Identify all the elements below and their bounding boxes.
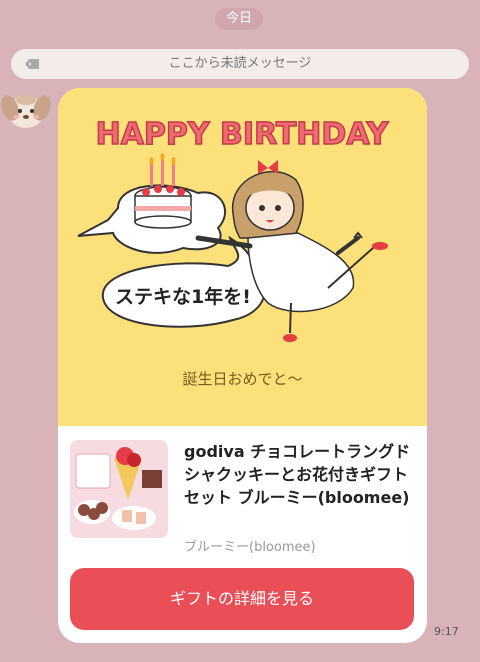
product-image[interactable] bbox=[70, 440, 168, 538]
gift-message-card[interactable]: HAPPY BIRTHDAY ステキな1年を! 誕生日おめでと〜 godiva … bbox=[58, 88, 427, 643]
speech-bubble: ステキな1年を! bbox=[101, 235, 266, 328]
view-gift-details-button[interactable]: ギフトの詳細を見る bbox=[70, 568, 414, 630]
tag-icon bbox=[25, 59, 39, 69]
chocolate-gift-icon bbox=[70, 440, 168, 538]
sender-avatar[interactable] bbox=[0, 86, 52, 134]
gift-message-text: 誕生日おめでと〜 bbox=[182, 370, 303, 388]
date-separator: 今日 bbox=[215, 8, 263, 30]
illustration-headline: HAPPY BIRTHDAY bbox=[96, 117, 390, 152]
birthday-illustration: HAPPY BIRTHDAY ステキな1年を! 誕生日おめでと〜 bbox=[58, 88, 427, 426]
puppy-avatar-icon bbox=[1, 95, 51, 128]
product-brand: ブルーミー(bloomee) bbox=[184, 540, 316, 555]
message-timestamp: 9:17 bbox=[434, 625, 459, 638]
unread-messages-divider: ここから未読メッセージ bbox=[11, 49, 469, 79]
speech-bubble-text: ステキな1年を! bbox=[115, 285, 251, 308]
unread-divider-label: ここから未読メッセージ bbox=[168, 56, 312, 71]
product-title: godiva チョコレートラングドシャクッキーとお花付きギフトセット ブルーミー… bbox=[184, 442, 411, 507]
